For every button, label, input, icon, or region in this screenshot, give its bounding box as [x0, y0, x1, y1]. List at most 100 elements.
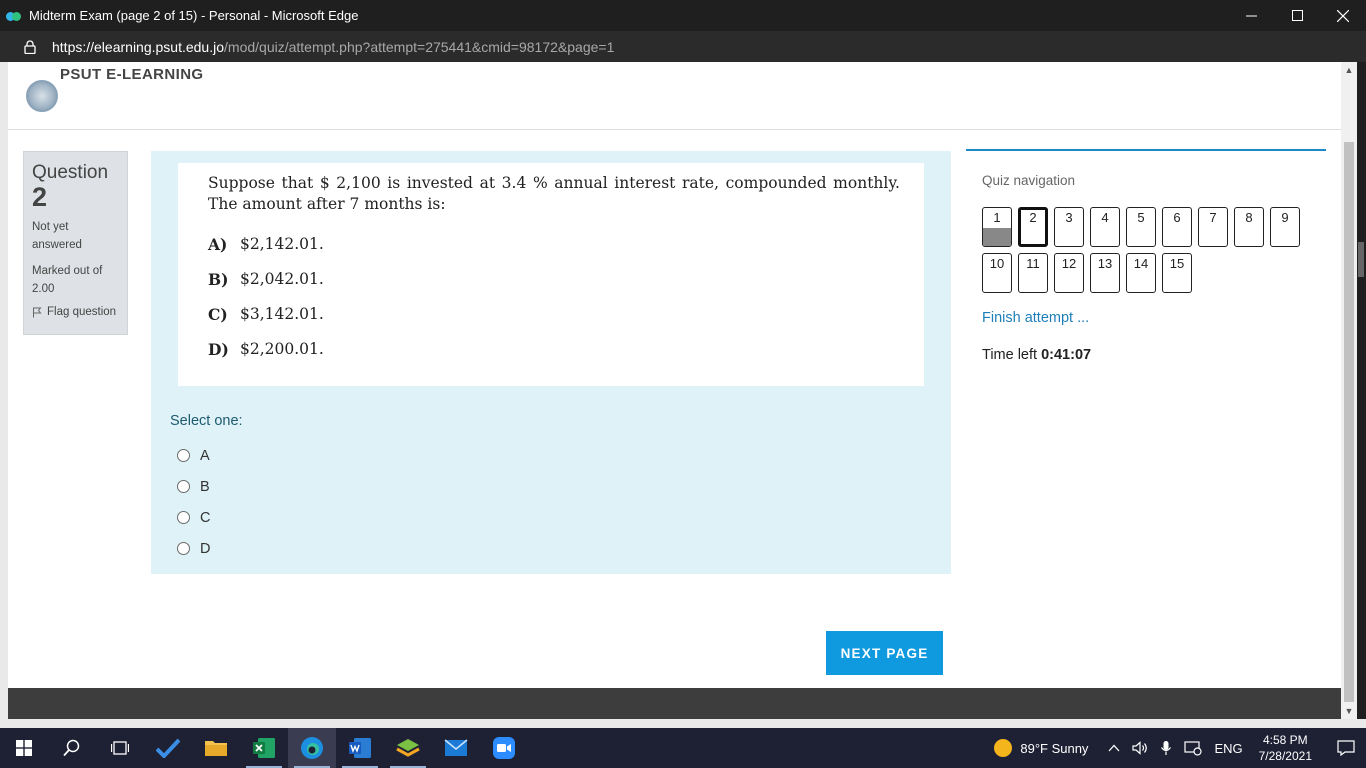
quiz-nav-button-15[interactable]: 15 [1162, 253, 1192, 293]
clock[interactable]: 4:58 PM 7/28/2021 [1259, 732, 1312, 764]
excel-icon [253, 738, 275, 758]
question-label: Question [32, 162, 109, 183]
answer-option-d[interactable]: D [177, 533, 210, 564]
quiz-nav-button-4[interactable]: 4 [1090, 207, 1120, 247]
start-button[interactable] [0, 728, 48, 768]
minimize-button[interactable] [1228, 0, 1274, 31]
radio-b[interactable] [177, 480, 190, 493]
edge-logo-icon [6, 9, 26, 23]
time-left-value: 0:41:07 [1041, 347, 1092, 363]
notification-center-button[interactable] [1326, 740, 1366, 756]
university-logo[interactable] [26, 80, 58, 112]
site-name[interactable]: PSUT E-LEARNING [60, 66, 204, 83]
microphone-icon[interactable] [1160, 740, 1172, 756]
display-settings-icon[interactable] [1184, 740, 1203, 756]
close-icon [1337, 9, 1349, 22]
flag-icon [33, 307, 42, 317]
minimize-icon [1245, 15, 1257, 17]
window-edge [1357, 62, 1366, 719]
next-page-button[interactable]: NEXT PAGE [826, 631, 943, 675]
answer-option-c[interactable]: C [177, 502, 210, 533]
taskbar-zoom[interactable] [480, 728, 528, 768]
taskbar-edge[interactable] [288, 728, 336, 768]
page-footer [8, 688, 1341, 719]
question-state: Not yet answered [32, 221, 82, 251]
quiz-nav-button-13[interactable]: 13 [1090, 253, 1120, 293]
quiz-nav-button-14[interactable]: 14 [1126, 253, 1156, 293]
notification-icon [1337, 740, 1355, 756]
address-bar[interactable]: https://elearning.psut.edu.jo/mod/quiz/a… [0, 31, 1366, 62]
radio-a[interactable] [177, 449, 190, 462]
clock-time: 4:58 PM [1262, 733, 1308, 747]
radio-c[interactable] [177, 511, 190, 524]
chevron-up-icon[interactable] [1108, 744, 1120, 752]
finish-attempt-link[interactable]: Finish attempt ... [982, 310, 1089, 326]
scrollbar-thumb[interactable] [1344, 142, 1354, 702]
question-number: 2 [32, 182, 48, 212]
video-camera-icon [493, 737, 515, 759]
quiz-nav-button-3[interactable]: 3 [1054, 207, 1084, 247]
page-scrollbar[interactable]: ▲ ▼ [1341, 62, 1357, 719]
quiz-nav-button-1[interactable]: 1 [982, 207, 1012, 247]
taskbar-file-explorer[interactable] [192, 728, 240, 768]
quiz-nav-button-8[interactable]: 8 [1234, 207, 1264, 247]
quiz-nav-button-7[interactable]: 7 [1198, 207, 1228, 247]
language-indicator[interactable]: ENG [1214, 741, 1242, 756]
scroll-down-arrow-icon[interactable]: ▼ [1341, 703, 1357, 719]
choice-c: C) $3,142.01. [208, 305, 324, 324]
answer-option-b[interactable]: B [177, 471, 210, 502]
taskbar-word[interactable] [336, 728, 384, 768]
choice-d: D) $2,200.01. [208, 340, 324, 359]
quiz-nav-button-2[interactable]: 2 [1018, 207, 1048, 247]
clock-date: 7/28/2021 [1258, 749, 1312, 763]
page-viewport: PSUT E-LEARNING Question 2 Not yet answe… [8, 62, 1341, 719]
search-icon [63, 739, 80, 757]
scroll-up-arrow-icon[interactable]: ▲ [1341, 62, 1357, 78]
word-icon [349, 738, 371, 758]
quiz-nav-button-9[interactable]: 9 [1270, 207, 1300, 247]
choice-b: B) $2,042.01. [208, 270, 324, 289]
quiz-nav-button-6[interactable]: 6 [1162, 207, 1192, 247]
quiz-nav-button-5[interactable]: 5 [1126, 207, 1156, 247]
question-content: Suppose that $ 2,100 is invested at 3.4 … [151, 151, 951, 574]
maximize-icon [1291, 10, 1303, 21]
question-info: Question 2 Not yet answered Marked out o… [23, 151, 128, 335]
taskbar-layers-app[interactable] [384, 728, 432, 768]
url-text[interactable]: https://elearning.psut.edu.jo/mod/quiz/a… [52, 39, 614, 55]
answer-options: A B C D [177, 440, 210, 564]
task-view-button[interactable] [96, 728, 144, 768]
quiz-navigation-grid: 1 2 3 4 5 6 7 8 9 10 11 12 13 14 15 [982, 207, 1312, 293]
close-button[interactable] [1320, 0, 1366, 31]
outer-scrollbar-thumb[interactable] [1358, 242, 1364, 277]
mail-icon [444, 739, 468, 756]
flag-question-link[interactable]: Flag question [32, 306, 119, 318]
quiz-navigation: Quiz navigation 1 2 3 4 5 6 7 8 9 10 11 12 13 14 15 Fi… [966, 149, 1326, 387]
question-text: Suppose that $ 2,100 is invested at 3.4 … [208, 174, 900, 213]
system-tray: 89°F Sunny ENG 4:58 PM 7/28/2021 [994, 728, 1366, 768]
taskbar-mail[interactable] [432, 728, 480, 768]
quiz-nav-button-12[interactable]: 12 [1054, 253, 1084, 293]
choice-a: A) $2,142.01. [208, 235, 324, 254]
answer-option-a[interactable]: A [177, 440, 210, 471]
layers-icon [396, 739, 420, 757]
question-image: Suppose that $ 2,100 is invested at 3.4 … [178, 163, 924, 386]
speaker-icon[interactable] [1132, 741, 1148, 755]
time-left: Time left 0:41:07 [982, 347, 1092, 363]
sun-icon [994, 739, 1013, 757]
taskbar-excel[interactable] [240, 728, 288, 768]
taskbar-todo-app[interactable] [144, 728, 192, 768]
folder-icon [205, 741, 227, 756]
search-button[interactable] [48, 728, 96, 768]
window-title: Midterm Exam (page 2 of 15) - Personal -… [29, 8, 359, 23]
weather-widget[interactable]: 89°F Sunny [994, 739, 1088, 757]
quiz-nav-button-11[interactable]: 11 [1018, 253, 1048, 293]
taskbar: 89°F Sunny ENG 4:58 PM 7/28/2021 [0, 728, 1366, 768]
lock-icon[interactable] [23, 39, 37, 55]
quiz-nav-button-10[interactable]: 10 [982, 253, 1012, 293]
site-header: PSUT E-LEARNING [8, 62, 1341, 130]
quiz-navigation-title: Quiz navigation [982, 173, 1076, 188]
question-marks: Marked out of 2.00 [32, 265, 103, 295]
edge-icon [301, 737, 323, 759]
maximize-button[interactable] [1274, 0, 1320, 31]
radio-d[interactable] [177, 542, 190, 555]
